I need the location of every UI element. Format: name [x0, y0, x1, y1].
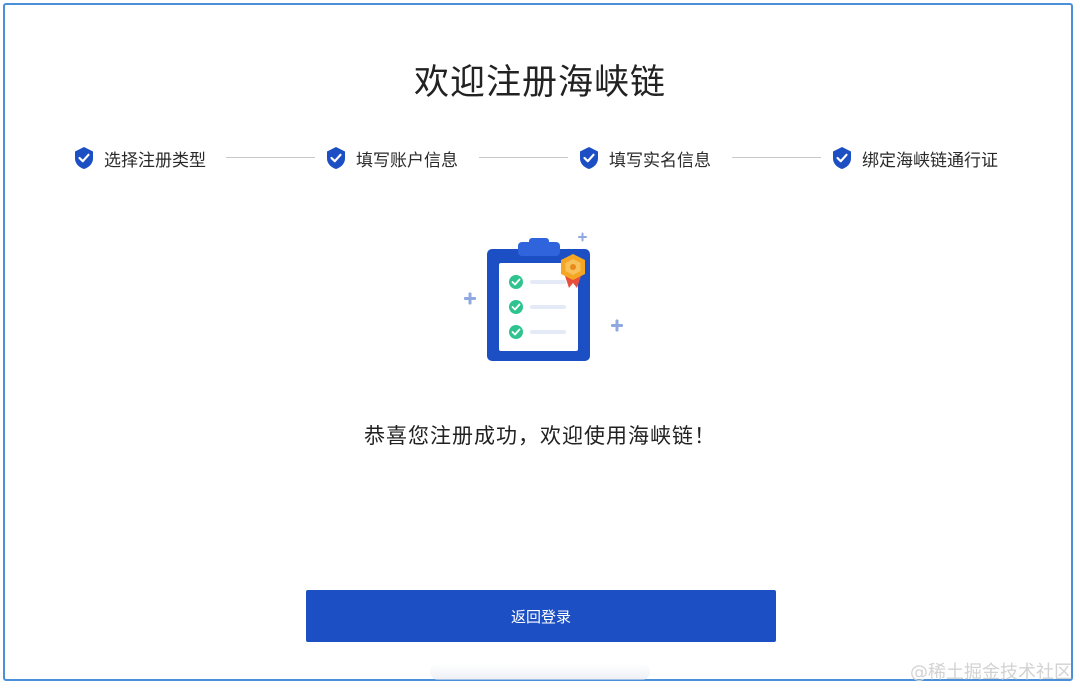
- bottom-shadow: [430, 664, 650, 680]
- step-bind-pass: 绑定海峡链通行证: [831, 145, 998, 171]
- step-connector: [732, 157, 821, 158]
- shield-check-icon: [327, 147, 345, 169]
- step-label: 选择注册类型: [104, 150, 206, 171]
- step-account-info: 填写账户信息: [325, 145, 458, 171]
- clipboard-checklist-icon: [464, 232, 623, 361]
- shield-check-icon: [75, 147, 93, 169]
- step-connector: [479, 157, 568, 158]
- shield-check-icon: [580, 147, 598, 169]
- shield-check-icon: [833, 147, 851, 169]
- step-select-type: 选择注册类型: [73, 145, 206, 171]
- step-label: 填写实名信息: [609, 150, 711, 171]
- step-connector: [226, 157, 315, 158]
- step-realname-info: 填写实名信息: [578, 145, 711, 171]
- back-to-login-button[interactable]: 返回登录: [306, 590, 776, 642]
- success-message: 恭喜您注册成功，欢迎使用海峡链！: [364, 424, 716, 448]
- step-label: 填写账户信息: [356, 150, 458, 171]
- page-title: 欢迎注册海峡链: [413, 63, 666, 103]
- watermark-text: @稀土掘金技术社区: [910, 662, 1072, 683]
- step-label: 绑定海峡链通行证: [862, 150, 998, 171]
